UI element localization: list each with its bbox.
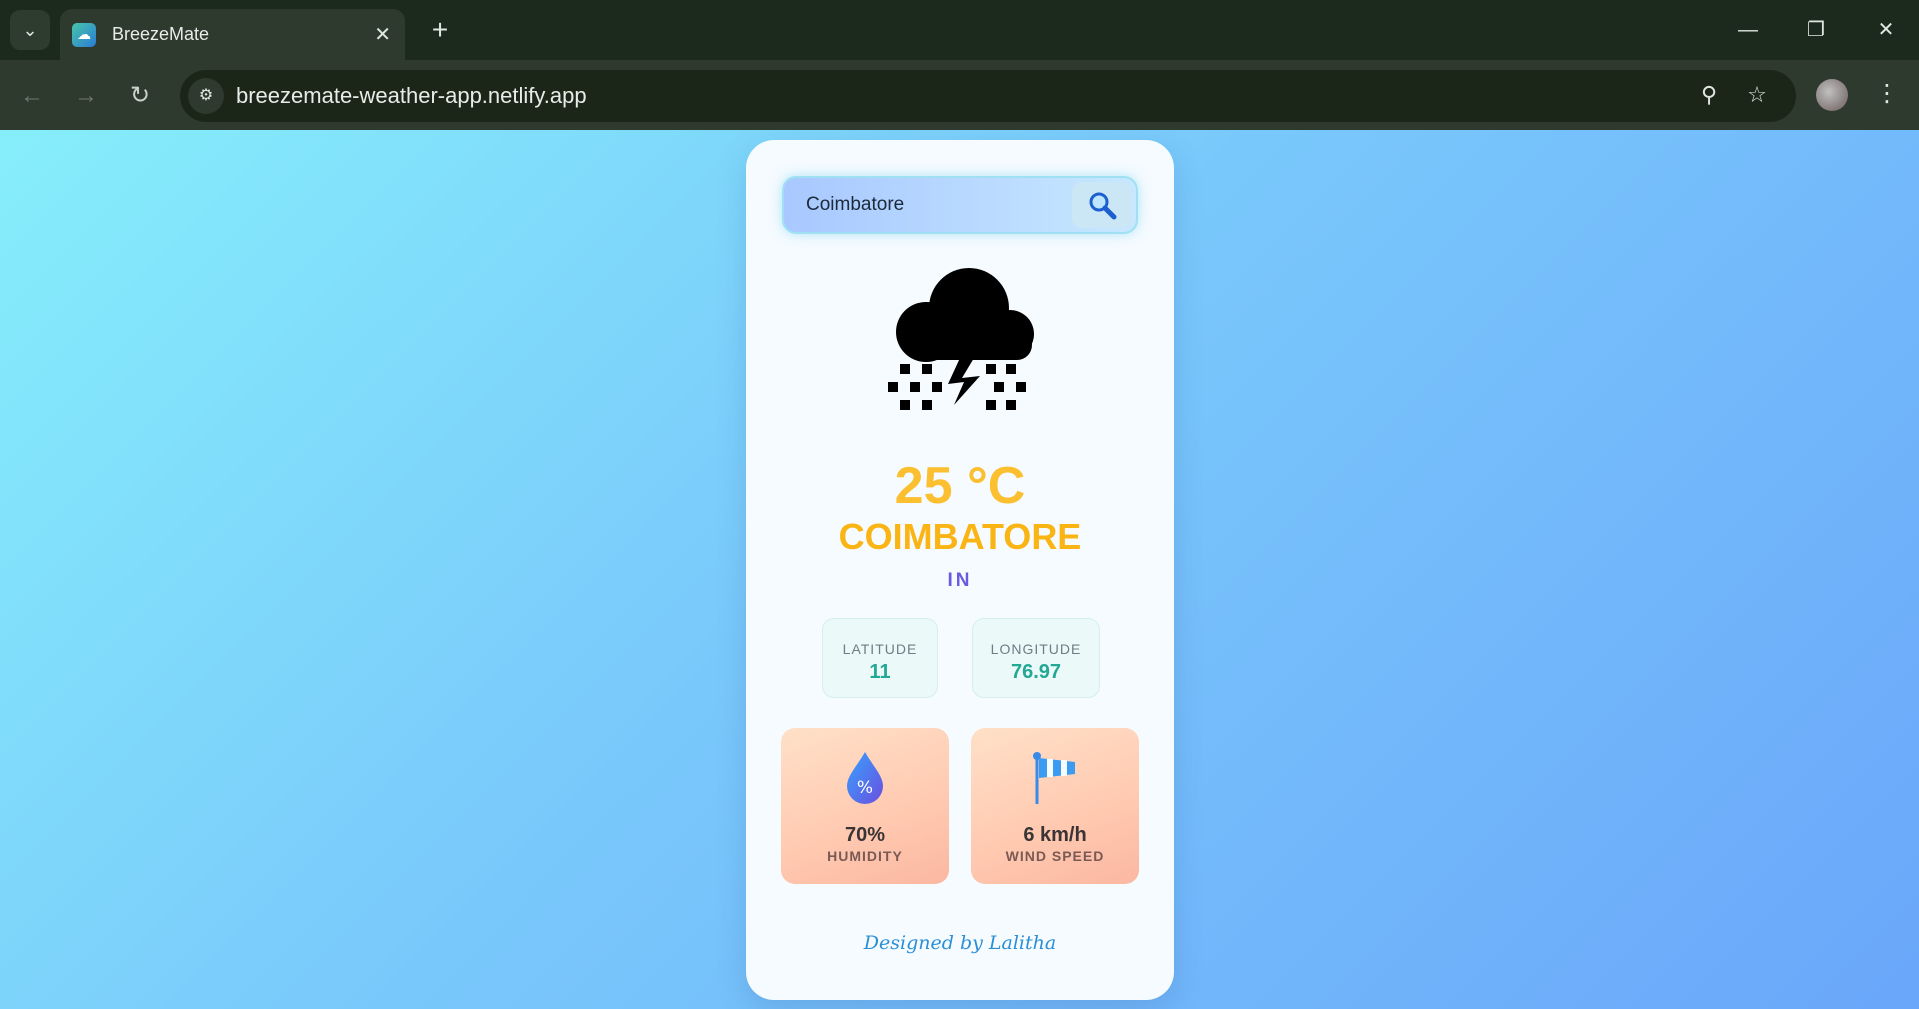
close-window-icon[interactable]: ✕ [1866,12,1906,48]
temperature: 25 °C [894,457,1026,515]
page-background: 25 °C COIMBATORE IN LATITUDE 11 LONGITUD… [0,130,1919,1009]
longitude-label: LONGITUDE [990,641,1082,657]
site-info-icon[interactable]: ⚙ [188,78,224,114]
address-bar[interactable]: ⚙ breezemate-weather-app.netlify.app ⚲ ☆ [180,70,1796,122]
search-icon [1089,192,1117,220]
browser-toolbar: ← → ↻ ⚙ breezemate-weather-app.netlify.a… [0,60,1919,130]
designer-credit: Designed by Lalitha [863,932,1057,954]
latitude-value: 11 [869,661,891,683]
humidity-card: % 70% HUMIDITY [781,728,949,884]
minimize-icon[interactable]: — [1728,12,1768,48]
menu-dots-icon[interactable]: ⋮ [1872,76,1902,112]
wind-speed-label: WIND SPEED [1005,848,1105,864]
weather-card: 25 °C COIMBATORE IN LATITUDE 11 LONGITUD… [746,140,1174,1000]
back-arrow-icon[interactable]: ← [12,76,52,116]
url-text: breezemate-weather-app.netlify.app [236,83,587,108]
windsock-icon [1033,752,1075,804]
humidity-label: HUMIDITY [827,848,903,864]
tab-title: BreezeMate [112,24,210,44]
wind-speed-value: 6 km/h [1023,824,1087,846]
longitude-value: 76.97 [1010,661,1062,683]
search-button[interactable] [1072,182,1132,228]
latitude-box: LATITUDE 11 [822,618,938,698]
longitude-box: LONGITUDE 76.97 [972,618,1100,698]
close-tab-icon[interactable]: ✕ [374,22,391,47]
wind-card: 6 km/h WIND SPEED [971,728,1139,884]
svg-text:%: % [857,778,873,798]
forward-arrow-icon[interactable]: → [66,76,106,116]
city-name: COIMBATORE [838,516,1082,557]
humidity-value: 70% [844,824,886,846]
reload-icon[interactable]: ↻ [120,76,160,116]
tab-search-button[interactable]: ⌄ [10,10,50,50]
city-search-input[interactable] [784,178,1074,232]
restore-icon[interactable]: ❐ [1796,12,1836,48]
new-tab-button[interactable]: + [424,14,456,46]
favicon-icon: ☁ [72,22,96,47]
country-code: IN [947,570,973,591]
bookmark-star-icon[interactable]: ☆ [1742,82,1772,108]
browser-tabbar: ⌄ ☁ BreezeMate ✕ + — ❐ ✕ [0,0,1919,60]
thunder-snow-cloud-icon [888,268,1034,410]
chevron-down-icon: ⌄ [22,19,38,40]
latitude-label: LATITUDE [842,641,918,657]
profile-avatar[interactable] [1816,79,1848,111]
search-box [782,176,1138,234]
humidity-drop-icon: % [847,752,883,804]
zoom-icon[interactable]: ⚲ [1694,82,1724,108]
browser-tab-active[interactable]: ☁ BreezeMate ✕ [60,9,405,60]
